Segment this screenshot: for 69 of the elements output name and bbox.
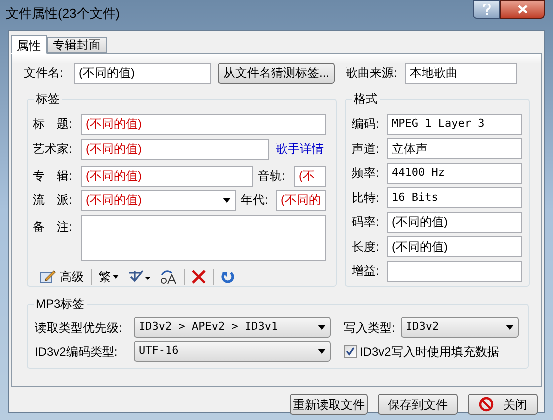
write-type-dropdown[interactable]: ID3v2 [401,317,519,338]
help-button[interactable] [473,0,500,19]
close-icon [518,5,528,14]
field-label: 备 注: [33,219,74,236]
field-label: 增益: [352,263,380,280]
field-label: 读取类型优先级: [35,320,124,336]
check-icon [346,347,355,356]
group-title: 格式 [352,91,380,107]
traditional-chinese-button[interactable]: 繁 [95,268,123,286]
text-field[interactable]: (不同的值) [81,138,269,160]
reload-button[interactable]: 重新读取文件 [290,394,368,415]
text-field[interactable]: (不同的 [276,190,326,210]
field-label: 艺术家: [33,141,74,158]
close-button[interactable]: 关闭 [468,394,538,415]
group-title: MP3标签 [34,296,87,312]
text-field[interactable]: 本地歌曲 [405,62,517,84]
field-label: ID3v2编码类型: [35,344,119,360]
text-field[interactable]: 立体声 [387,138,522,160]
caret-icon [223,198,231,202]
help-icon [482,4,490,15]
prohibited-icon [478,397,494,412]
field-label: 声道: [352,140,380,158]
caret-icon [318,349,326,354]
caret-icon [113,275,119,279]
close-button[interactable] [500,0,545,19]
tab[interactable]: 专辑封面 [47,37,107,53]
tab[interactable]: 属性 [11,35,47,54]
save-button[interactable]: 保存到文件 [378,394,458,415]
group-title: 标签 [34,91,62,107]
padding-checkbox[interactable]: ID3v2写入时使用填充数据 [344,342,500,360]
text-field[interactable]: MPEG 1 Layer 3 [387,114,522,135]
text-field[interactable]: (不 [294,166,326,186]
encoding-dropdown[interactable]: UTF-16 [134,341,331,362]
field-label: 流 派: [33,192,74,209]
check-swap-icon [127,269,151,285]
field-label: 年代: [241,192,270,209]
checkbox[interactable] [344,345,357,358]
guess-tags-button[interactable]: 从文件名猜测标签... [218,62,335,84]
genre-dropdown[interactable]: (不同的值) [81,190,236,210]
text-field[interactable] [387,260,522,282]
comment-field[interactable] [81,215,326,261]
text-field[interactable]: (不同的值) [387,236,522,258]
field-label: 文件名: [24,65,64,82]
artist-details-link[interactable]: 歌手详情 [276,140,324,158]
edit-icon [40,270,56,284]
text-field[interactable]: (不同的值) [387,212,522,233]
field-label: 写入类型: [344,320,396,336]
text-field[interactable]: (不同的值) [74,62,211,84]
field-label: 音轨: [258,168,286,185]
field-label: 标 题: [33,116,74,133]
field-label: 歌曲来源: [346,65,398,82]
window-title: 文件属性(23个文件) [6,5,120,23]
text-field[interactable]: (不同的值) [81,166,253,186]
advanced-button[interactable]: 高级 [36,268,88,286]
close-icon [192,270,206,284]
case-swap-icon [159,269,177,285]
undo-icon [221,270,235,284]
text-field[interactable]: 44100 Hz [387,162,522,184]
read-priority-dropdown[interactable]: ID3v2 > APEv2 > ID3v1 [134,317,331,338]
field-label: 比特: [352,190,380,207]
field-label: 码率: [352,214,380,232]
field-label: 专 辑: [33,168,74,185]
text-field[interactable]: (不同的值) [81,114,326,134]
caret-icon [318,325,326,330]
caret-icon [506,325,514,330]
text-field[interactable]: 16 Bits [387,187,522,208]
field-label: 长度: [352,238,380,256]
field-label: 编码: [352,116,380,134]
field-label: 频率: [352,165,380,182]
